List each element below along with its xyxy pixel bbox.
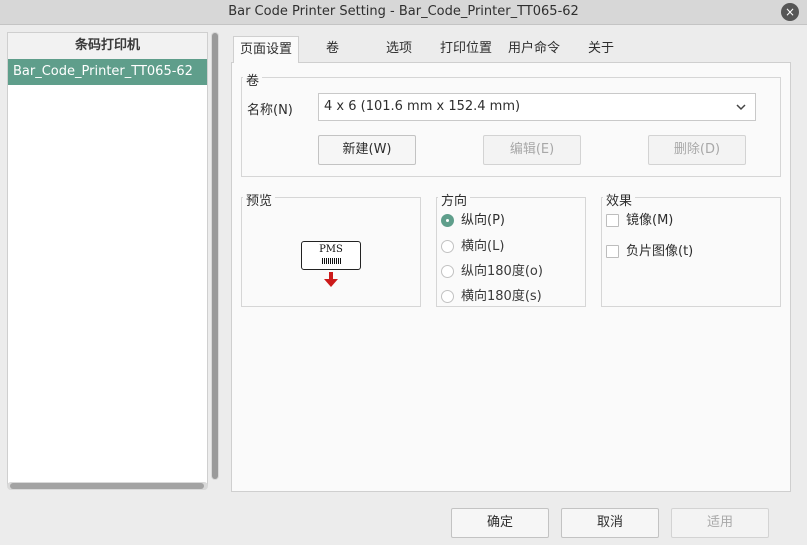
close-button[interactable]: ×: [781, 3, 799, 21]
option-label: 负片图像(t): [626, 244, 694, 259]
ok-button[interactable]: 确定: [451, 508, 549, 538]
new-roll-button[interactable]: 新建(W): [318, 135, 416, 165]
preview-group-title: 预览: [243, 190, 276, 209]
tab-print-position[interactable]: 打印位置: [434, 36, 498, 63]
printer-list: 条码打印机 Bar_Code_Printer_TT065-62: [7, 32, 208, 486]
effects-group-title: 效果: [603, 190, 636, 209]
scroll-thumb[interactable]: [212, 33, 218, 479]
orientation-landscape-180-option[interactable]: 横向180度(s): [441, 287, 571, 307]
cancel-button[interactable]: 取消: [561, 508, 659, 538]
tab-options[interactable]: 选项: [380, 36, 418, 63]
checkbox[interactable]: [606, 214, 619, 227]
chevron-down-icon: [735, 95, 747, 130]
orientation-group-title: 方向: [438, 190, 471, 209]
feed-direction-arrow-icon: [324, 272, 338, 292]
dialog-body: 条码打印机 Bar_Code_Printer_TT065-62 页面设置 卷 选…: [0, 25, 807, 545]
option-label: 横向(L): [461, 239, 505, 254]
roll-group-title: 卷: [243, 70, 263, 89]
option-label: 镜像(M): [626, 213, 674, 228]
printer-list-item[interactable]: Bar_Code_Printer_TT065-62: [8, 59, 207, 85]
printer-list-header: 条码打印机: [8, 33, 207, 59]
scroll-thumb[interactable]: [10, 483, 204, 489]
negative-image-option[interactable]: 负片图像(t): [606, 242, 756, 262]
mirror-option[interactable]: 镜像(M): [606, 211, 756, 231]
apply-button[interactable]: 适用: [671, 508, 769, 538]
roll-name-label: 名称(N): [247, 103, 293, 118]
roll-name-select[interactable]: 4 x 6 (101.6 mm x 152.4 mm): [318, 93, 756, 121]
window-title: Bar Code Printer Setting - Bar_Code_Prin…: [228, 4, 579, 19]
option-label: 纵向180度(o): [461, 264, 543, 279]
barcode-icon: [322, 258, 342, 264]
radio-button[interactable]: [441, 290, 454, 303]
orientation-portrait-180-option[interactable]: 纵向180度(o): [441, 262, 571, 282]
option-label: 纵向(P): [461, 213, 505, 228]
radio-button[interactable]: [441, 240, 454, 253]
title-bar: Bar Code Printer Setting - Bar_Code_Prin…: [0, 0, 807, 25]
tab-page-setup[interactable]: 页面设置: [233, 36, 300, 63]
radio-button[interactable]: [441, 214, 454, 227]
tab-about[interactable]: 关于: [582, 36, 620, 63]
orientation-portrait-option[interactable]: 纵向(P): [441, 211, 571, 231]
horizontal-scrollbar[interactable]: [7, 482, 208, 490]
checkbox[interactable]: [606, 245, 619, 258]
preview-label-image: PMS: [301, 241, 361, 270]
option-label: 横向180度(s): [461, 289, 542, 304]
tab-roll[interactable]: 卷: [320, 36, 345, 63]
preview-label-text: PMS: [319, 244, 343, 255]
orientation-landscape-option[interactable]: 横向(L): [441, 237, 571, 257]
tab-user-commands[interactable]: 用户命令: [502, 36, 566, 63]
delete-roll-button[interactable]: 删除(D): [648, 135, 746, 165]
radio-button[interactable]: [441, 265, 454, 278]
vertical-scrollbar[interactable]: [211, 32, 219, 480]
roll-name-value: 4 x 6 (101.6 mm x 152.4 mm): [324, 99, 521, 114]
edit-roll-button[interactable]: 编辑(E): [483, 135, 581, 165]
